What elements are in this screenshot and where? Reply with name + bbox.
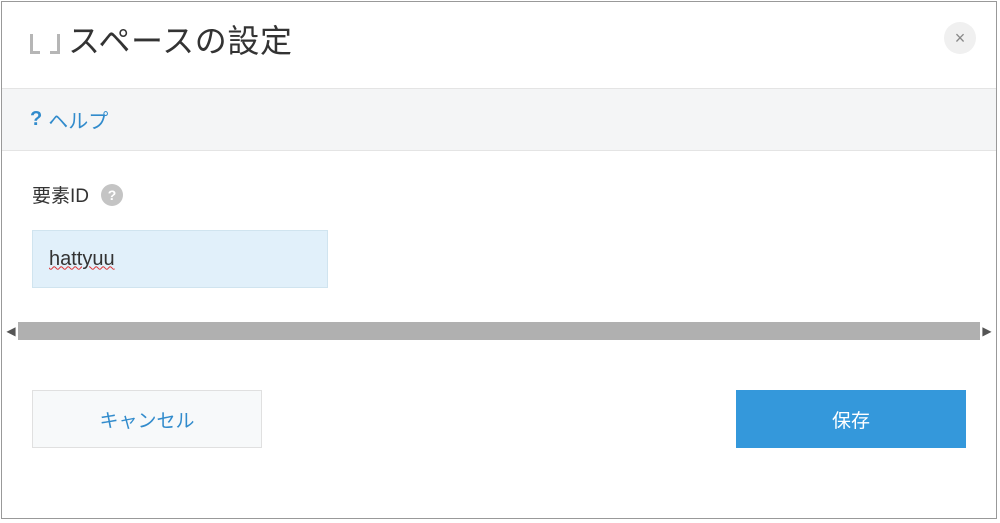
close-button[interactable]: × bbox=[944, 22, 976, 54]
help-bar: ? ヘルプ bbox=[2, 88, 996, 151]
element-id-label: 要素ID bbox=[32, 181, 89, 208]
content-area: 要素ID ? bbox=[2, 151, 996, 322]
dialog-title: スペースの設定 bbox=[68, 16, 293, 62]
cancel-button[interactable]: キャンセル bbox=[32, 390, 262, 448]
scroll-track[interactable] bbox=[18, 322, 980, 340]
field-label-row: 要素ID ? bbox=[32, 181, 966, 208]
element-id-input[interactable] bbox=[32, 230, 328, 288]
space-icon bbox=[30, 34, 60, 54]
info-icon[interactable]: ? bbox=[101, 184, 123, 206]
dialog-header: スペースの設定 × bbox=[2, 2, 996, 88]
close-icon: × bbox=[955, 29, 966, 47]
help-icon: ? bbox=[30, 108, 42, 131]
space-settings-dialog: スペースの設定 × ? ヘルプ 要素ID ? ◀ ▶ キャンセル 保存 bbox=[1, 1, 997, 519]
save-button[interactable]: 保存 bbox=[736, 390, 966, 448]
scroll-right-arrow-icon[interactable]: ▶ bbox=[980, 322, 994, 340]
help-link[interactable]: ヘルプ bbox=[48, 105, 108, 134]
horizontal-scrollbar[interactable]: ◀ ▶ bbox=[2, 322, 996, 340]
dialog-footer: キャンセル 保存 bbox=[2, 340, 996, 476]
scroll-left-arrow-icon[interactable]: ◀ bbox=[4, 322, 18, 340]
